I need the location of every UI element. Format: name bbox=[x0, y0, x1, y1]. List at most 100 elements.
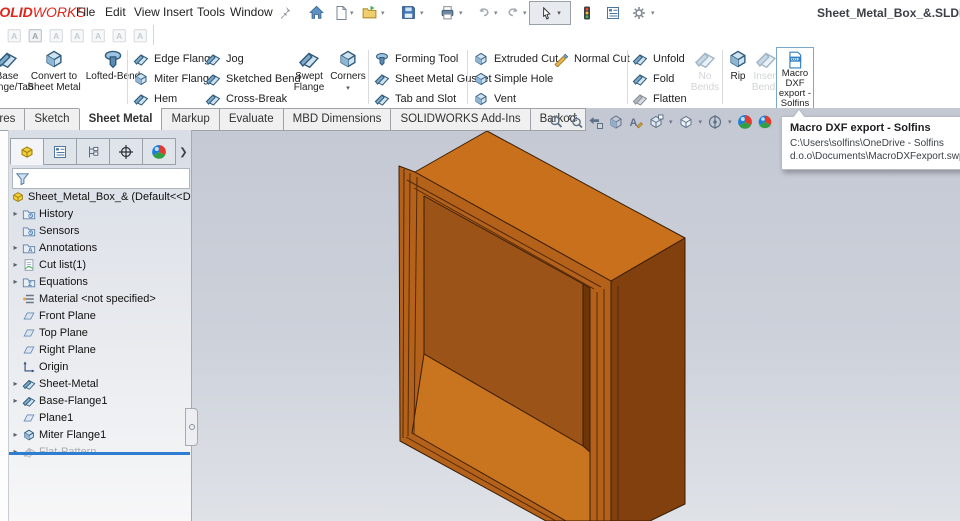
rebuild-traffic-light-button[interactable] bbox=[577, 3, 597, 22]
forming-tool-button[interactable]: Forming Tool bbox=[374, 49, 458, 69]
tab-mbd-dimensions[interactable]: MBD Dimensions bbox=[282, 108, 392, 131]
left-gutter bbox=[0, 130, 8, 521]
tree-item-sensors[interactable]: Sensors bbox=[9, 222, 191, 239]
panel-splitter-handle[interactable] bbox=[185, 408, 198, 446]
apply-scene-icon[interactable] bbox=[757, 114, 773, 130]
feature-tree-filter-input[interactable] bbox=[32, 170, 189, 187]
hide-show-items-icon[interactable] bbox=[707, 114, 723, 130]
hide-show-items-caret[interactable]: ▾ bbox=[728, 118, 732, 126]
select-dropdown-caret[interactable]: ▾ bbox=[557, 9, 561, 17]
print-button[interactable] bbox=[437, 3, 457, 22]
expand-arrow-icon[interactable]: ▸ bbox=[9, 260, 22, 269]
rip-button[interactable]: Rip bbox=[724, 48, 752, 83]
view-orientation-icon[interactable] bbox=[648, 114, 664, 130]
tab-evaluate[interactable]: Evaluate bbox=[218, 108, 284, 131]
tree-item-history[interactable]: ▸ History bbox=[9, 205, 191, 222]
display-style-caret[interactable]: ▾ bbox=[699, 118, 703, 126]
swept-flange-button[interactable]: Swept Flange bbox=[287, 48, 331, 93]
corners-button[interactable]: Corners ▾ bbox=[327, 48, 369, 94]
tree-item-material[interactable]: Material <not specified> bbox=[9, 290, 191, 307]
settings-dropdown-caret[interactable]: ▾ bbox=[651, 9, 655, 17]
expand-arrow-icon[interactable]: ▸ bbox=[9, 379, 22, 388]
tab-features[interactable]: Features bbox=[0, 108, 26, 131]
edit-appearance-icon[interactable] bbox=[737, 114, 753, 130]
tree-item-base-flange[interactable]: ▸ Base-Flange1 bbox=[9, 392, 191, 409]
tree-item-plane1[interactable]: Plane1 bbox=[9, 409, 191, 426]
jog-button[interactable]: Jog bbox=[205, 49, 244, 69]
tree-item-cut-list[interactable]: ▸ Cut list(1) bbox=[9, 256, 191, 273]
menu-tools[interactable]: Tools bbox=[193, 5, 229, 19]
tree-item-sheet-metal[interactable]: ▸ Sheet-Metal bbox=[9, 375, 191, 392]
tab-markup[interactable]: Markup bbox=[161, 108, 220, 131]
home-button[interactable] bbox=[306, 3, 326, 22]
tree-item-origin[interactable]: Origin bbox=[9, 358, 191, 375]
save-dropdown-caret[interactable]: ▾ bbox=[420, 9, 424, 17]
tab-display-manager[interactable] bbox=[142, 138, 176, 165]
unfold-button[interactable]: Unfold bbox=[632, 49, 685, 69]
fold-button[interactable]: Fold bbox=[632, 69, 674, 89]
tab-sheet-metal[interactable]: Sheet Metal bbox=[78, 108, 163, 131]
tree-item-equations[interactable]: ▸ Equations bbox=[9, 273, 191, 290]
expand-arrow-icon[interactable]: ▸ bbox=[9, 209, 22, 218]
zoom-to-area-icon[interactable] bbox=[568, 114, 584, 130]
tab-property-manager[interactable] bbox=[43, 138, 77, 165]
simple-hole-button[interactable]: Simple Hole bbox=[473, 69, 553, 89]
select-tool-button[interactable]: ▾ bbox=[529, 1, 571, 25]
section-view-icon[interactable] bbox=[608, 114, 624, 130]
vent-button[interactable]: Vent bbox=[473, 89, 516, 109]
expand-arrow-icon[interactable]: ▸ bbox=[9, 277, 22, 286]
new-document-button[interactable] bbox=[331, 3, 351, 22]
spell-check-icon[interactable] bbox=[6, 27, 23, 44]
expand-arrow-icon[interactable]: ▸ bbox=[9, 243, 22, 252]
corners-dropdown-caret[interactable]: ▾ bbox=[327, 84, 369, 95]
rip-icon bbox=[724, 48, 752, 70]
tab-dimxpert-manager[interactable] bbox=[109, 138, 143, 165]
options-list-button[interactable] bbox=[603, 3, 623, 22]
flatten-icon bbox=[632, 91, 648, 107]
flatten-button[interactable]: Flatten bbox=[632, 89, 687, 109]
previous-view-icon[interactable] bbox=[588, 114, 604, 130]
save-button[interactable] bbox=[398, 3, 418, 22]
menu-file[interactable]: File bbox=[72, 5, 99, 19]
redo-dropdown-caret: ▾ bbox=[523, 10, 527, 17]
pin-menu-icon[interactable] bbox=[274, 3, 294, 22]
tab-sketch[interactable]: Sketch bbox=[24, 108, 80, 131]
open-button[interactable] bbox=[359, 3, 379, 22]
format-painter-icon[interactable] bbox=[27, 27, 44, 44]
menu-edit[interactable]: Edit bbox=[101, 5, 130, 19]
extruded-cut-button[interactable]: Extruded Cut bbox=[473, 49, 558, 69]
tab-configuration-manager[interactable] bbox=[76, 138, 110, 165]
miter-flange-button[interactable]: Miter Flange bbox=[133, 69, 215, 89]
annotation-visibility-icon[interactable] bbox=[628, 114, 644, 130]
dxf-file-icon bbox=[777, 51, 813, 69]
tab-and-slot-button[interactable]: Tab and Slot bbox=[374, 89, 456, 109]
tree-item-annotations[interactable]: ▸ Annotations bbox=[9, 239, 191, 256]
hem-button[interactable]: Hem bbox=[133, 89, 177, 109]
tooltip-path-line2: d.o.o\Documents\MacroDXFexport.swp bbox=[790, 151, 960, 162]
new-dropdown-caret[interactable]: ▾ bbox=[350, 9, 354, 17]
view-orientation-caret[interactable]: ▾ bbox=[669, 118, 673, 126]
tab-feature-manager[interactable] bbox=[10, 138, 44, 165]
convert-to-sheet-metal-button[interactable]: Convert to Sheet Metal bbox=[26, 48, 82, 93]
tree-item-front-plane[interactable]: Front Plane bbox=[9, 307, 191, 324]
tree-item-miter-flange[interactable]: ▸ Miter Flange1 bbox=[9, 426, 191, 443]
print-dropdown-caret[interactable]: ▾ bbox=[459, 9, 463, 17]
normal-cut-button[interactable]: Normal Cut bbox=[553, 49, 630, 69]
open-dropdown-caret[interactable]: ▾ bbox=[381, 9, 385, 17]
expand-arrow-icon[interactable]: ▸ bbox=[9, 430, 22, 439]
display-style-icon[interactable] bbox=[678, 114, 694, 130]
edge-flange-button[interactable]: Edge Flange bbox=[133, 49, 216, 69]
menu-insert[interactable]: Insert bbox=[159, 5, 197, 19]
rollback-bar[interactable] bbox=[9, 452, 190, 455]
tree-item-right-plane[interactable]: Right Plane bbox=[9, 341, 191, 358]
cross-break-button[interactable]: Cross-Break bbox=[205, 89, 287, 109]
menu-window[interactable]: Window bbox=[226, 5, 277, 19]
panel-tabs-overflow[interactable]: ❯ bbox=[176, 140, 191, 165]
tab-solidworks-add-ins[interactable]: SOLIDWORKS Add-Ins bbox=[390, 108, 531, 131]
zoom-to-fit-icon[interactable] bbox=[548, 114, 564, 130]
tree-item-root[interactable]: Sheet_Metal_Box_& (Default<<Default> bbox=[9, 188, 191, 205]
expand-arrow-icon[interactable]: ▸ bbox=[9, 396, 22, 405]
settings-gear-button[interactable] bbox=[629, 3, 649, 22]
tree-item-top-plane[interactable]: Top Plane bbox=[9, 324, 191, 341]
macro-dxf-export-button[interactable]: Macro DXF export - Solfins bbox=[776, 47, 814, 109]
